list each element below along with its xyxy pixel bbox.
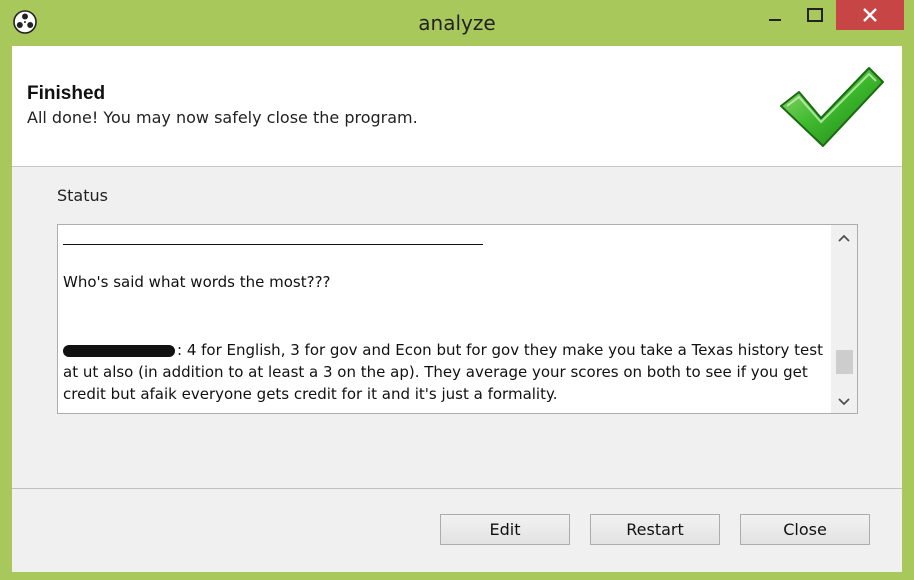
minimize-icon xyxy=(769,19,781,21)
vertical-scrollbar[interactable] xyxy=(831,225,857,413)
status-log[interactable]: Who's said what words the most??? : 4 fo… xyxy=(57,224,858,414)
edit-button[interactable]: Edit xyxy=(440,514,570,545)
status-body: : 4 for English, 3 for gov and Econ but … xyxy=(63,341,823,403)
wizard-header: Finished All done! You may now safely cl… xyxy=(12,46,902,167)
footer-divider xyxy=(12,488,902,489)
scrollbar-thumb[interactable] xyxy=(836,350,853,374)
scroll-up-button[interactable] xyxy=(831,227,857,249)
separator-line xyxy=(63,244,483,245)
status-log-text: Who's said what words the most??? : 4 fo… xyxy=(61,225,823,413)
maximize-icon xyxy=(807,8,823,22)
chevron-up-icon xyxy=(838,234,850,242)
close-icon xyxy=(863,8,877,22)
close-button[interactable]: Close xyxy=(740,514,870,545)
chevron-down-icon xyxy=(838,398,850,406)
status-paragraph: : 4 for English, 3 for gov and Econ but … xyxy=(63,339,823,405)
redacted-name xyxy=(63,344,175,357)
restart-button[interactable]: Restart xyxy=(590,514,720,545)
analyze-window: analyze Finished All done! You may now s… xyxy=(0,0,914,580)
title-bar[interactable]: analyze xyxy=(0,0,914,46)
status-heading: Who's said what words the most??? xyxy=(63,273,331,291)
green-checkmark-icon xyxy=(780,67,884,147)
close-window-button[interactable] xyxy=(836,0,904,30)
header-subtitle: All done! You may now safely close the p… xyxy=(27,108,418,127)
header-title: Finished xyxy=(27,83,106,104)
maximize-button[interactable] xyxy=(792,0,838,30)
status-label: Status xyxy=(57,186,108,205)
dialog-client-area: Finished All done! You may now safely cl… xyxy=(12,46,902,572)
scroll-down-button[interactable] xyxy=(831,391,857,413)
